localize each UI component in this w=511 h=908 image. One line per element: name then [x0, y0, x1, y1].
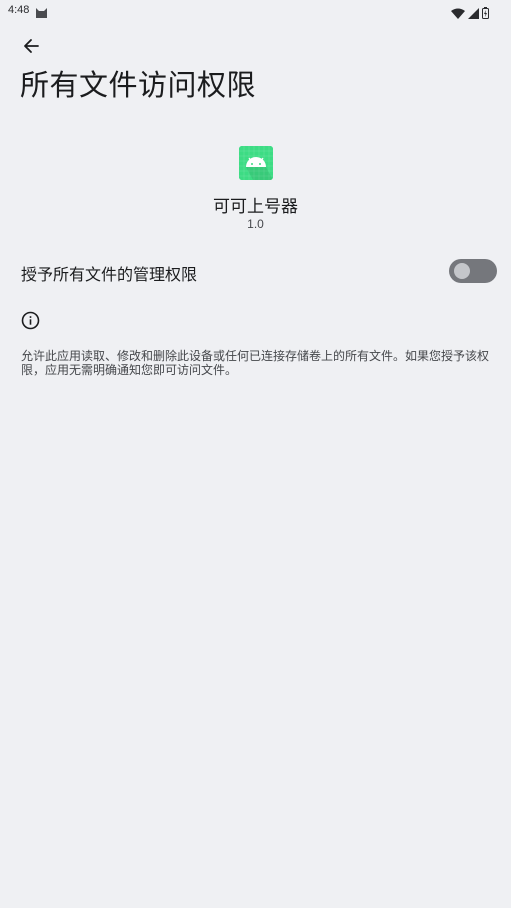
status-time: 4:48 [8, 4, 30, 16]
permission-toggle-switch[interactable] [449, 259, 497, 283]
cellular-signal-icon [468, 4, 479, 23]
wifi-icon [451, 4, 465, 23]
permission-description: 允许此应用读取、修改和删除此设备或任何已连接存储卷上的所有文件。如果您授予该权限… [21, 349, 490, 377]
back-button[interactable] [16, 36, 46, 60]
info-icon [21, 311, 40, 330]
status-bar: 4:48 [0, 0, 511, 22]
permission-toggle-row[interactable]: 授予所有文件的管理权限 [0, 250, 511, 292]
cat-icon [35, 4, 48, 18]
app-version: 1.0 [247, 217, 264, 231]
arrow-back-icon [23, 38, 39, 58]
permission-label: 授予所有文件的管理权限 [21, 265, 198, 284]
app-name: 可可上号器 [213, 197, 298, 217]
page-title: 所有文件访问权限 [20, 68, 257, 102]
android-app-icon [239, 146, 273, 180]
toggle-knob [454, 263, 470, 279]
status-icons [451, 4, 489, 23]
battery-charging-icon [482, 4, 489, 23]
